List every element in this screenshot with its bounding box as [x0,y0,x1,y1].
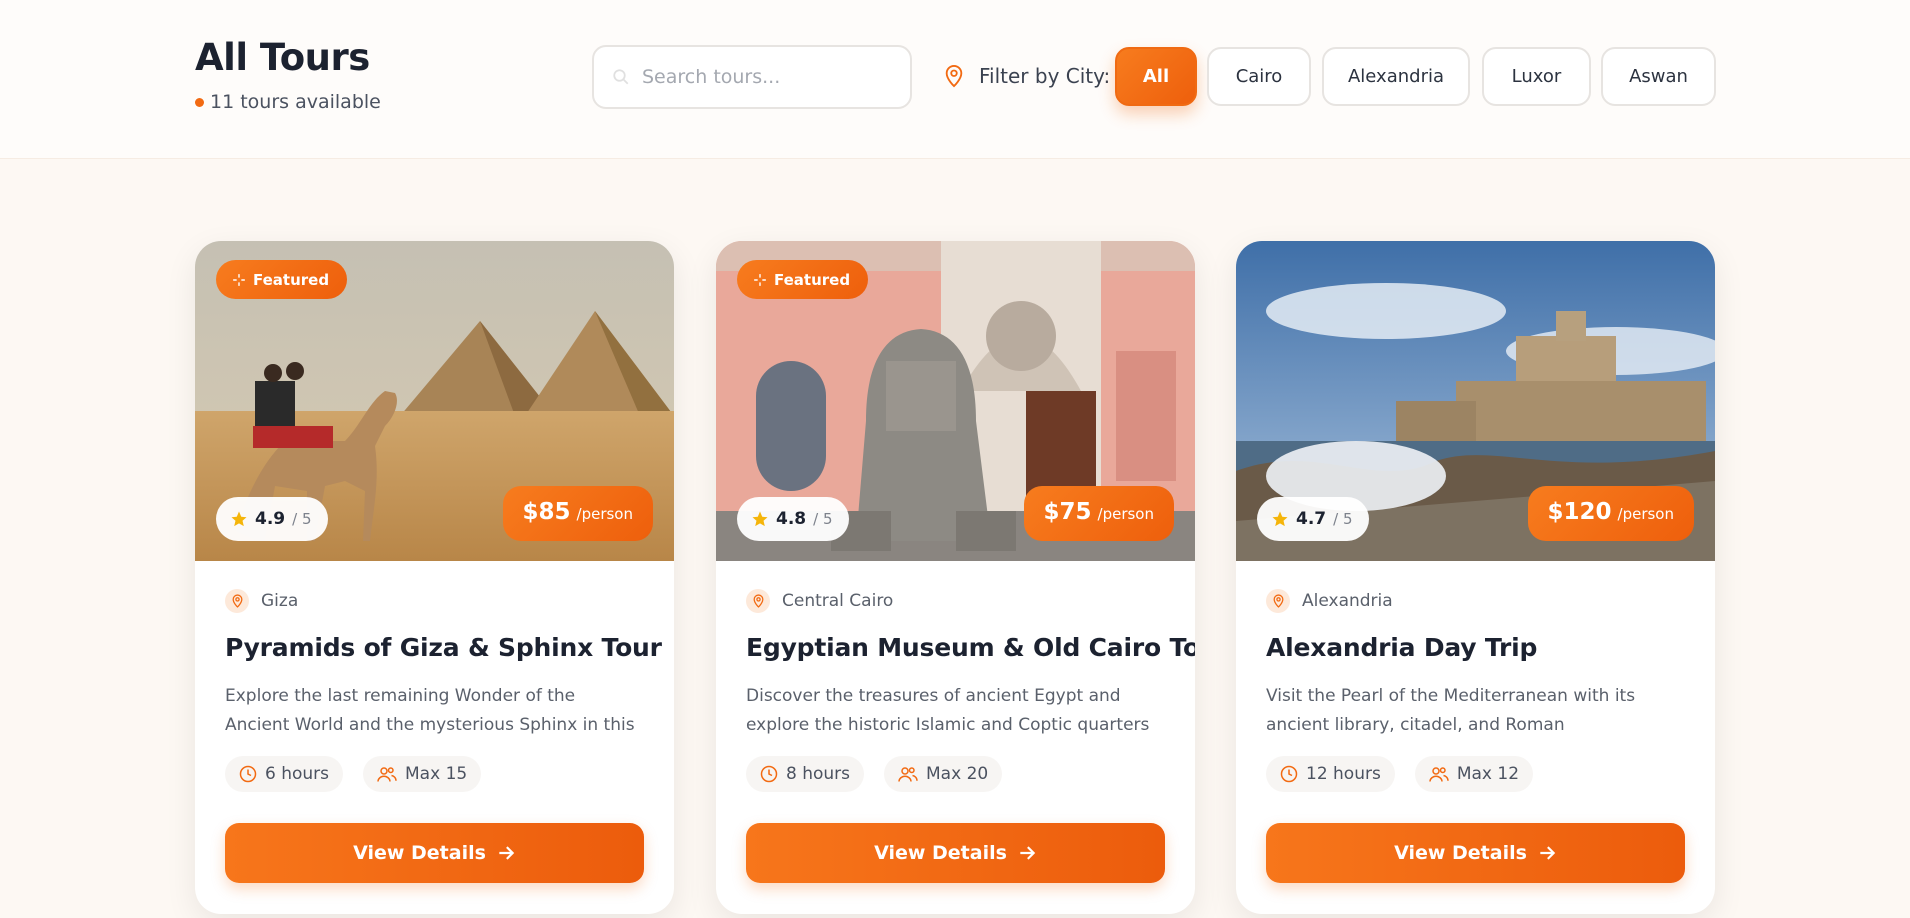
city-filter-all[interactable]: All [1115,47,1197,106]
tour-description: Discover the treasures of ancient Egypt … [746,686,1150,735]
tour-meta: 8 hours Max 20 [746,756,1165,792]
star-icon [752,511,768,527]
tour-image: Featured 4.9 / 5 $85 /person [195,241,674,561]
tour-title: Egyptian Museum & Old Cairo Tour [746,633,1195,662]
filter-label: Filter by City: [943,64,1110,88]
sparkle-icon [233,273,245,286]
tour-title: Pyramids of Giza & Sphinx Tour [225,633,662,662]
title-block: All Tours 11 tours available [195,36,381,113]
tour-card[interactable]: Featured 4.9 / 5 $85 /person Giza Pyrami… [195,241,674,914]
tour-title: Alexandria Day Trip [1266,633,1538,662]
rating-badge: 4.7 / 5 [1257,497,1369,541]
price-badge: $120 /person [1527,486,1694,541]
duration-chip: 12 hours [1266,756,1395,792]
tour-card[interactable]: Featured 4.8 / 5 $75 /person Central Cai… [716,241,1195,914]
tour-location: Central Cairo [746,589,1165,613]
tour-meta: 12 hours Max 12 [1266,756,1685,792]
card-body: Alexandria Alexandria Day Trip Visit the… [1236,561,1715,883]
duration-chip: 6 hours [225,756,344,792]
users-icon [377,767,397,782]
location-pin-icon [225,589,249,613]
users-icon [1429,767,1449,782]
city-filter-luxor[interactable]: Luxor [1482,47,1591,106]
tours-count: 11 tours available [195,91,381,113]
status-dot [195,97,204,107]
tour-image: 4.7 / 5 $120 /person [1236,241,1715,561]
featured-badge: Featured [216,260,348,299]
city-filter-cairo[interactable]: Cairo [1207,47,1311,106]
star-icon [1272,511,1288,527]
tour-location: Alexandria [1266,589,1685,613]
tour-location: Giza [225,589,644,613]
filter-label-text: Filter by City: [979,64,1111,88]
users-icon [898,767,918,782]
card-body: Central Cairo Egyptian Museum & Old Cair… [716,561,1195,883]
sparkle-icon [754,273,766,286]
tour-meta: 6 hours Max 15 [225,756,644,792]
page-header: All Tours 11 tours available Filter by C… [0,0,1910,159]
price-badge: $75 /person [1023,486,1174,541]
group-size-chip: Max 20 [884,756,1003,792]
clock-icon [1280,765,1298,783]
tour-image: Featured 4.8 / 5 $75 /person [716,241,1195,561]
page-title: All Tours [195,36,370,79]
view-details-button[interactable]: View Details [746,823,1165,883]
group-size-chip: Max 12 [1414,756,1534,792]
search-box[interactable] [592,45,912,109]
rating-badge: 4.9 / 5 [216,497,328,541]
duration-chip: 8 hours [746,756,865,792]
tour-description: Visit the Pearl of the Mediterranean wit… [1266,686,1636,735]
city-filter-alexandria[interactable]: Alexandria [1322,47,1470,106]
location-pin-icon [746,589,770,613]
tour-card[interactable]: 4.7 / 5 $120 /person Alexandria Alexandr… [1236,241,1715,914]
arrow-right-icon [1020,846,1036,860]
tours-count-text: 11 tours available [210,91,381,113]
price-badge: $85 /person [502,486,653,541]
map-pin-icon [945,65,963,88]
group-size-chip: Max 15 [363,756,482,792]
rating-badge: 4.8 / 5 [737,497,849,541]
search-input[interactable] [642,66,892,88]
search-icon [613,69,629,85]
arrow-right-icon [499,846,515,860]
view-details-button[interactable]: View Details [225,823,644,883]
featured-badge: Featured [737,260,869,299]
arrow-right-icon [1540,846,1556,860]
card-body: Giza Pyramids of Giza & Sphinx Tour Expl… [195,561,674,883]
star-icon [231,511,247,527]
clock-icon [760,765,778,783]
view-details-button[interactable]: View Details [1266,823,1685,883]
tour-description: Explore the last remaining Wonder of the… [225,686,635,735]
city-filter-aswan[interactable]: Aswan [1601,47,1716,106]
location-pin-icon [1266,589,1290,613]
clock-icon [239,765,257,783]
